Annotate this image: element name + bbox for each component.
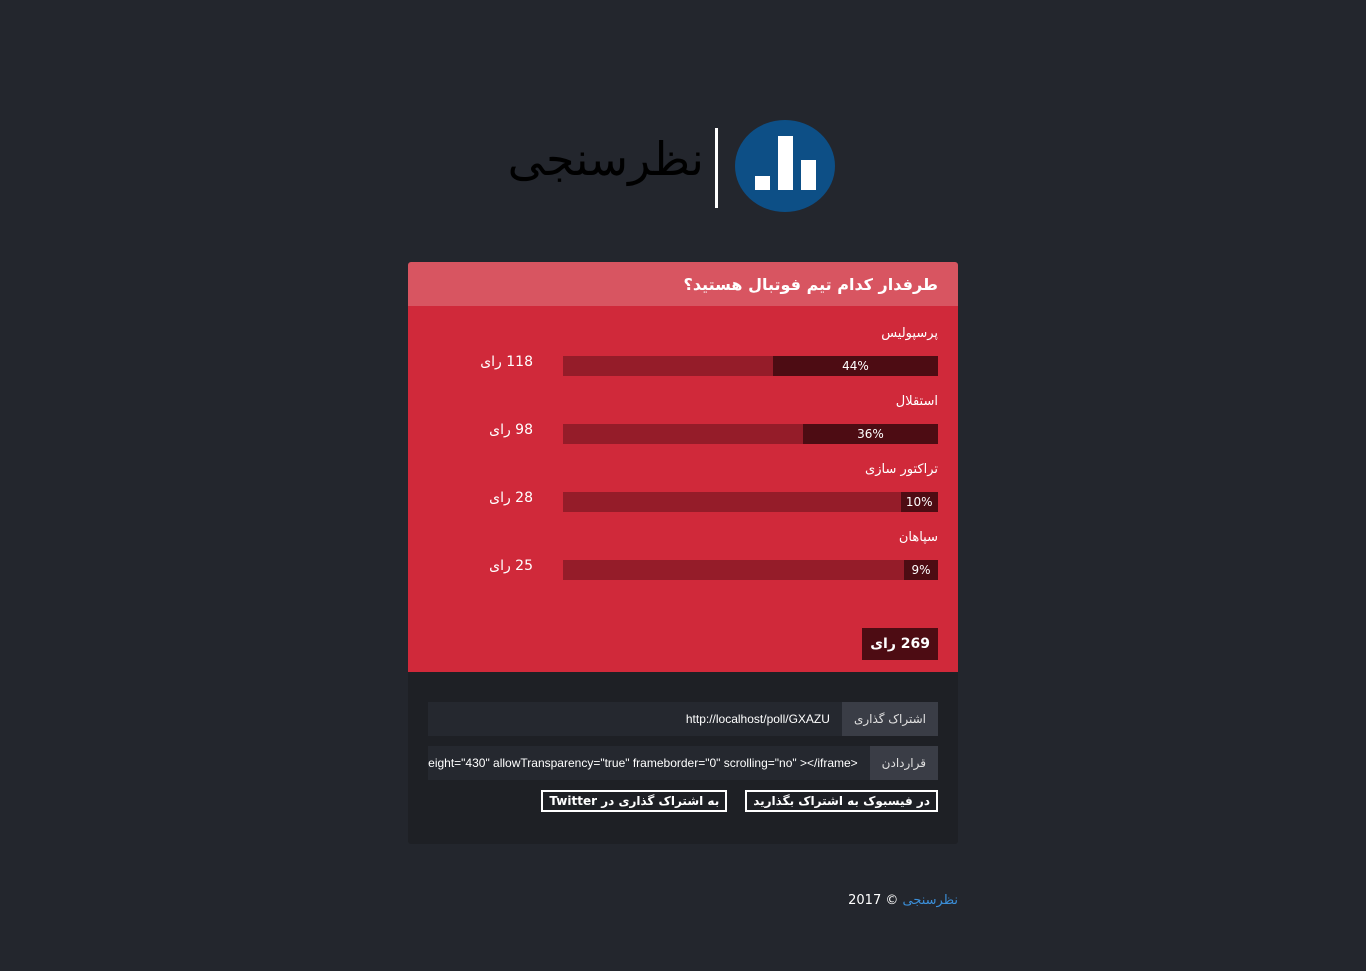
footer-brand-link[interactable]: نظرسنجی [903,893,959,908]
result-percent: 10% [905,495,933,509]
result-bar: 10% [563,492,938,512]
poll-option: تراکتور سازی 28 رای 10% [408,462,958,522]
social-share-buttons: در فیسبوک به اشتراک بگذارید به اشتراک گذ… [541,790,938,812]
poll-question: طرفدار کدام تیم فوتبال هستید؟ [683,274,938,294]
copyright-text: © 2017 [848,893,899,908]
result-bar-fill: 44% [773,356,938,376]
option-label: پرسپولیس [881,326,938,341]
option-votes: 118 رای [480,354,533,370]
result-bar: 36% [563,424,938,444]
facebook-share-button[interactable]: در فیسبوک به اشتراک بگذارید [745,790,938,812]
result-bar-fill: 36% [803,424,938,444]
option-votes: 98 رای [489,422,533,438]
poll-header: طرفدار کدام تیم فوتبال هستید؟ [408,262,958,306]
result-bar-fill: 9% [904,560,938,580]
total-votes-badge: 269 رای [862,628,938,660]
result-bar-fill: 10% [900,492,938,512]
result-percent: 36% [857,427,884,441]
page: نظرسنجی طرفدار کدام تیم فوتبال هستید؟ پر… [0,0,1366,971]
logo-divider [715,128,718,208]
result-bar: 9% [563,560,938,580]
logo-text: نظرسنجی [507,132,704,186]
option-label: سپاهان [898,530,938,545]
embed-code-field[interactable]: height="430" allowTransparency="true" fr… [428,746,870,780]
poll-results: پرسپولیس 118 رای 44% استقلال 98 رای 36% [408,306,958,672]
result-bar: 44% [563,356,938,376]
option-label: تراکتور سازی [865,462,938,477]
share-link-row: اشتراک گذاری http://localhost/poll/GXAZU [428,702,938,736]
poll-card: طرفدار کدام تیم فوتبال هستید؟ پرسپولیس 1… [408,262,958,844]
result-percent: 44% [842,359,869,373]
twitter-share-button[interactable]: به اشتراک گذاری در Twitter [541,790,728,812]
share-link-field[interactable]: http://localhost/poll/GXAZU [428,702,842,736]
option-votes: 28 رای [489,490,533,506]
poll-option: استقلال 98 رای 36% [408,394,958,454]
share-panel: اشتراک گذاری http://localhost/poll/GXAZU… [408,672,958,844]
result-percent: 9% [911,563,931,577]
poll-option: پرسپولیس 118 رای 44% [408,326,958,386]
embed-code-row: قراردادن height="430" allowTransparency=… [428,746,938,780]
site-logo[interactable]: نظرسنجی [508,118,840,214]
poll-option: سپاهان 25 رای 9% [408,530,958,590]
embed-code-value: height="430" allowTransparency="true" fr… [428,756,858,770]
option-votes: 25 رای [489,558,533,574]
bar-chart-logo-icon [735,120,835,212]
share-link-value: http://localhost/poll/GXAZU [685,712,830,726]
embed-code-label: قراردادن [869,746,938,780]
footer-copyright: نظرسنجی © 2017 [848,893,958,908]
share-link-label: اشتراک گذاری [841,702,938,736]
option-label: استقلال [895,394,938,409]
